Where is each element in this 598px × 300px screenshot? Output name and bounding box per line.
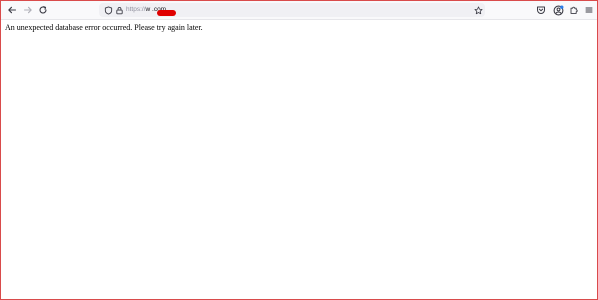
browser-toolbar: https://w .com: [1, 1, 597, 20]
address-bar[interactable]: https://w .com: [99, 3, 485, 17]
star-icon: [473, 5, 483, 14]
url-scheme: https://: [126, 6, 146, 13]
site-security-button[interactable]: [112, 3, 126, 17]
forward-icon: [23, 6, 32, 14]
reload-icon: [39, 6, 47, 14]
back-button[interactable]: [5, 3, 19, 17]
extensions-button[interactable]: [567, 3, 581, 17]
reload-button[interactable]: [36, 3, 50, 17]
redaction-mark: [156, 10, 176, 16]
url-text[interactable]: https://w .com: [126, 3, 176, 17]
pocket-button[interactable]: [534, 3, 548, 17]
pocket-icon: [537, 6, 545, 14]
account-button[interactable]: [551, 3, 565, 17]
error-message: An unexpected database error occurred. P…: [5, 23, 203, 32]
menu-icon: [585, 7, 593, 13]
url-host: w .com: [146, 6, 176, 16]
app-menu-button[interactable]: [582, 3, 596, 17]
lock-icon: [115, 6, 123, 14]
back-icon: [8, 6, 17, 14]
forward-button[interactable]: [21, 3, 35, 17]
bookmark-button[interactable]: [471, 3, 485, 17]
extensions-icon: [570, 6, 578, 14]
browser-window: https://w .com An unexpected database er…: [0, 0, 598, 300]
account-icon: [553, 5, 563, 15]
